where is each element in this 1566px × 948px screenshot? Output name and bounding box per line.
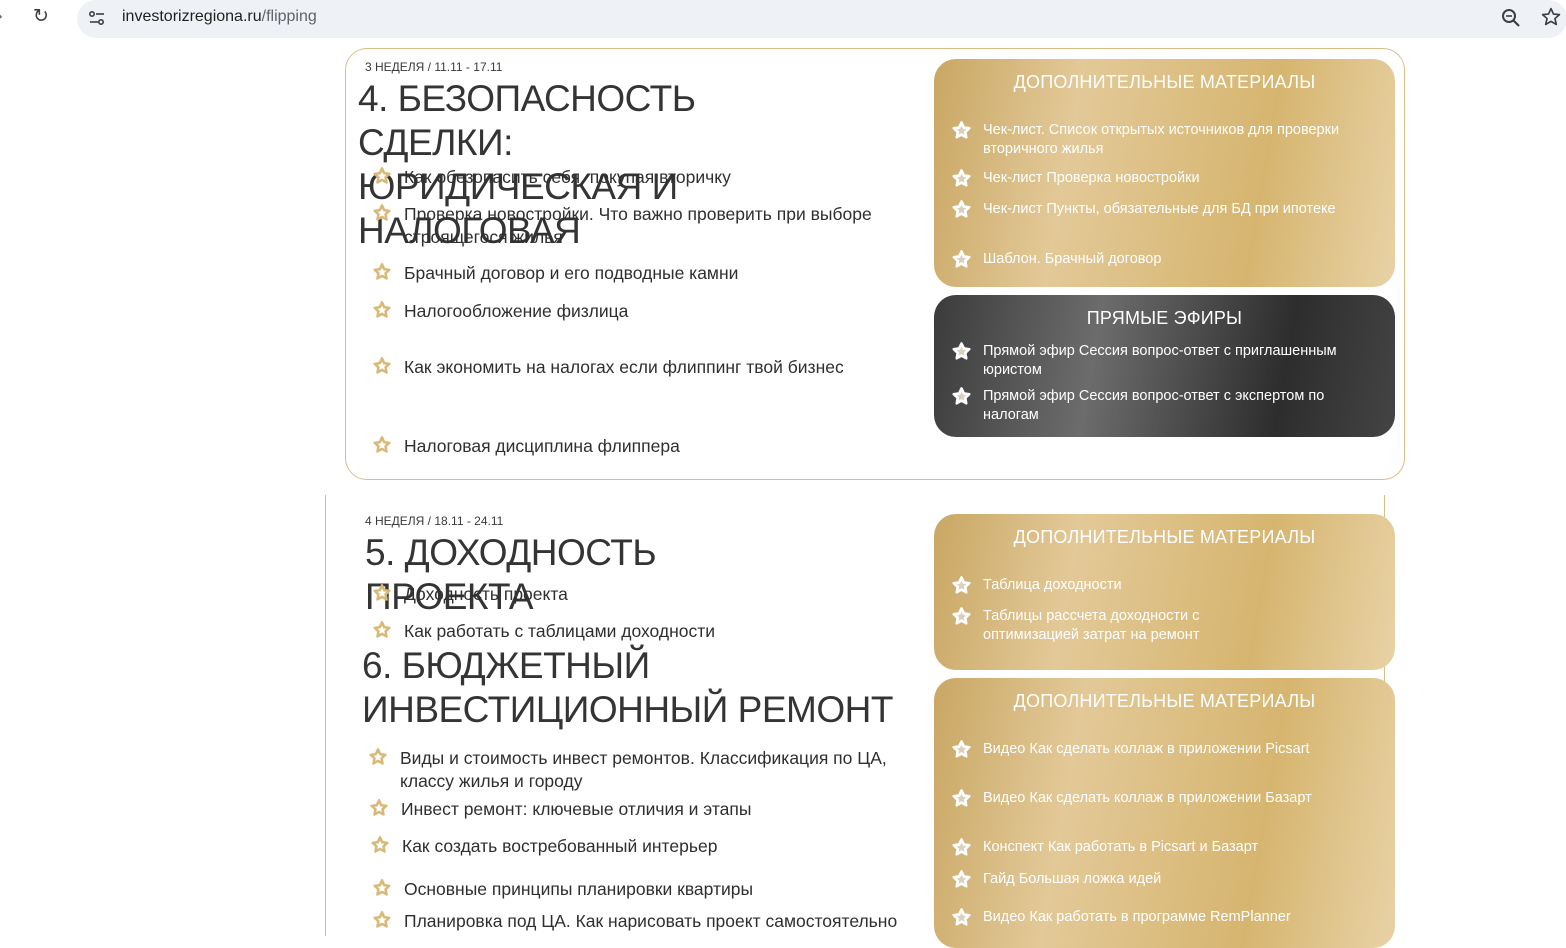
material-label: Чек-лист. Список открытых источников для…	[983, 122, 1340, 157]
lesson-label: Брачный договор и его подводные камни	[404, 263, 739, 283]
star-icon	[952, 789, 971, 807]
star-icon	[952, 607, 971, 625]
star-icon	[952, 908, 971, 926]
live-item[interactable]: Прямой эфир Сессия вопрос-ответ с пригла…	[950, 342, 1370, 380]
lesson-item[interactable]: Как создать востребованный интерьер	[369, 835, 914, 858]
lesson-label: Проверка новостройки. Что важно проверит…	[404, 204, 872, 247]
material-item[interactable]: Видео Как сделать коллаж в приложении Pi…	[950, 740, 1370, 761]
lesson-label: Налогообложение физлица	[404, 301, 629, 321]
browser-toolbar: › ↻ investorizregiona.ru/flipping	[0, 0, 1566, 38]
lesson-label: Доходность проекта	[404, 584, 568, 604]
lesson-label: Как работать с таблицами доходности	[404, 621, 716, 641]
star-icon	[370, 799, 388, 816]
lesson-item[interactable]: Как обезопасить себя, покупая вторичку	[371, 166, 911, 189]
lesson-item[interactable]: Налоговая дисциплина флиппера	[371, 435, 911, 458]
material-item[interactable]: Видео Как сделать коллаж в приложении Ба…	[950, 789, 1370, 810]
url-path: /flipping	[261, 8, 317, 25]
lesson-label: Как экономить на налогах если флиппинг т…	[404, 357, 844, 377]
material-label: Таблица доходности	[983, 577, 1122, 593]
star-icon	[373, 621, 391, 638]
material-item[interactable]: Гайд Большая ложка идей	[950, 870, 1370, 891]
material-label: Видео Как сделать коллаж в приложении Pi…	[983, 741, 1310, 757]
material-label: Чек-лист Пункты, обязательные для БД при…	[983, 201, 1336, 217]
material-label: Видео Как сделать коллаж в приложении Ба…	[983, 790, 1312, 806]
star-icon	[373, 301, 391, 318]
lesson-item[interactable]: Проверка новостройки. Что важно проверит…	[371, 203, 911, 249]
star-icon	[373, 167, 391, 184]
star-icon	[373, 436, 391, 453]
lesson-item[interactable]: Налогообложение физлица	[371, 300, 911, 323]
material-label: Конспект Как работать в Picsart и Базарт	[983, 839, 1259, 855]
star-icon	[952, 342, 971, 360]
star-icon	[373, 911, 391, 928]
divider-line	[325, 495, 326, 936]
star-icon	[952, 387, 971, 405]
lesson-label: Виды и стоимость инвест ремонтов. Класси…	[400, 748, 887, 791]
lesson-item[interactable]: Виды и стоимость инвест ремонтов. Класси…	[367, 747, 912, 793]
url-host: investorizregiona.ru	[122, 8, 262, 25]
live-label: Прямой эфир Сессия вопрос-ответ с пригла…	[983, 343, 1337, 378]
site-info-icon[interactable]	[87, 8, 107, 28]
lesson-label: Основные принципы планировки квартиры	[404, 879, 754, 899]
star-icon	[952, 169, 971, 187]
star-icon	[373, 584, 391, 601]
zoom-icon[interactable]	[1500, 7, 1522, 29]
material-item[interactable]: Чек-лист Пункты, обязательные для БД при…	[950, 200, 1370, 221]
section-6-title: 6. БЮДЖЕТНЫЙ ИНВЕСТИЦИОННЫЙ РЕМОНТ	[362, 645, 893, 730]
lesson-item[interactable]: Планировка под ЦА. Как нарисовать проект…	[371, 910, 931, 933]
lesson-item[interactable]: Как работать с таблицами доходности	[371, 620, 911, 643]
lesson-item[interactable]: Как экономить на налогах если флиппинг т…	[371, 356, 911, 379]
star-icon	[952, 870, 971, 888]
material-item[interactable]: Видео Как работать в программе RemPlanne…	[950, 908, 1370, 929]
materials-panel: ДОПОЛНИТЕЛЬНЫЕ МАТЕРИАЛЫ Видео Как сдела…	[934, 678, 1395, 948]
lesson-label: Как создать востребованный интерьер	[402, 836, 718, 856]
live-item[interactable]: Прямой эфир Сессия вопрос-ответ с экспер…	[950, 387, 1370, 425]
star-icon	[952, 200, 971, 218]
reload-icon[interactable]: ↻	[33, 5, 49, 27]
star-icon	[373, 263, 391, 280]
star-icon	[371, 836, 389, 853]
materials-title: ДОПОЛНИТЕЛЬНЫЕ МАТЕРИАЛЫ	[1013, 72, 1316, 92]
lesson-label: Инвест ремонт: ключевые отличия и этапы	[401, 799, 752, 819]
material-item[interactable]: Чек-лист Проверка новостройки	[950, 169, 1370, 190]
materials-title: ДОПОЛНИТЕЛЬНЫЕ МАТЕРИАЛЫ	[1013, 527, 1316, 547]
week-4-label: 4 НЕДЕЛЯ / 18.11 - 24.11	[365, 514, 504, 528]
material-label: Таблицы рассчета доходности с оптимизаци…	[983, 608, 1200, 643]
material-label: Чек-лист Проверка новостройки	[983, 170, 1200, 186]
material-label: Гайд Большая ложка идей	[983, 871, 1162, 887]
star-icon	[952, 576, 971, 594]
material-item[interactable]: Конспект Как работать в Picsart и Базарт	[950, 838, 1370, 859]
live-label: Прямой эфир Сессия вопрос-ответ с экспер…	[983, 388, 1325, 423]
star-icon	[952, 121, 971, 139]
live-streams-panel: ПРЯМЫЕ ЭФИРЫ Прямой эфир Сессия вопрос-о…	[934, 295, 1395, 437]
lesson-item[interactable]: Основные принципы планировки квартиры	[371, 878, 916, 901]
star-icon	[373, 357, 391, 374]
materials-panel: ДОПОЛНИТЕЛЬНЫЕ МАТЕРИАЛЫ Чек-лист. Списо…	[934, 59, 1395, 287]
lesson-item[interactable]: Брачный договор и его подводные камни	[371, 262, 911, 285]
star-icon	[952, 740, 971, 758]
star-icon	[373, 879, 391, 896]
lesson-label: Как обезопасить себя, покупая вторичку	[404, 167, 731, 187]
url-text[interactable]: investorizregiona.ru/flipping	[122, 8, 317, 26]
lesson-item[interactable]: Доходность проекта	[371, 583, 911, 606]
lesson-label: Планировка под ЦА. Как нарисовать проект…	[404, 911, 898, 931]
material-item[interactable]: Таблица доходности	[950, 576, 1370, 597]
star-icon	[952, 838, 971, 856]
materials-panel: ДОПОЛНИТЕЛЬНЫЕ МАТЕРИАЛЫ Таблица доходно…	[934, 514, 1395, 670]
week-3-label: 3 НЕДЕЛЯ / 11.11 - 17.11	[365, 60, 503, 74]
material-item[interactable]: Таблицы рассчета доходности с оптимизаци…	[950, 607, 1210, 645]
star-icon	[369, 748, 387, 765]
forward-icon[interactable]: ›	[0, 6, 3, 27]
material-label: Шаблон. Брачный договор	[983, 251, 1162, 267]
material-label: Видео Как работать в программе RemPlanne…	[983, 909, 1291, 925]
material-item[interactable]: Чек-лист. Список открытых источников для…	[950, 121, 1370, 159]
live-streams-title: ПРЯМЫЕ ЭФИРЫ	[1086, 308, 1243, 328]
lesson-label: Налоговая дисциплина флиппера	[404, 436, 680, 456]
lesson-item[interactable]: Инвест ремонт: ключевые отличия и этапы	[368, 798, 913, 821]
materials-title: ДОПОЛНИТЕЛЬНЫЕ МАТЕРИАЛЫ	[1013, 691, 1316, 711]
bookmark-star-icon[interactable]	[1540, 6, 1562, 28]
star-icon	[373, 204, 391, 221]
star-icon	[952, 250, 971, 268]
material-item[interactable]: Шаблон. Брачный договор	[950, 250, 1370, 271]
